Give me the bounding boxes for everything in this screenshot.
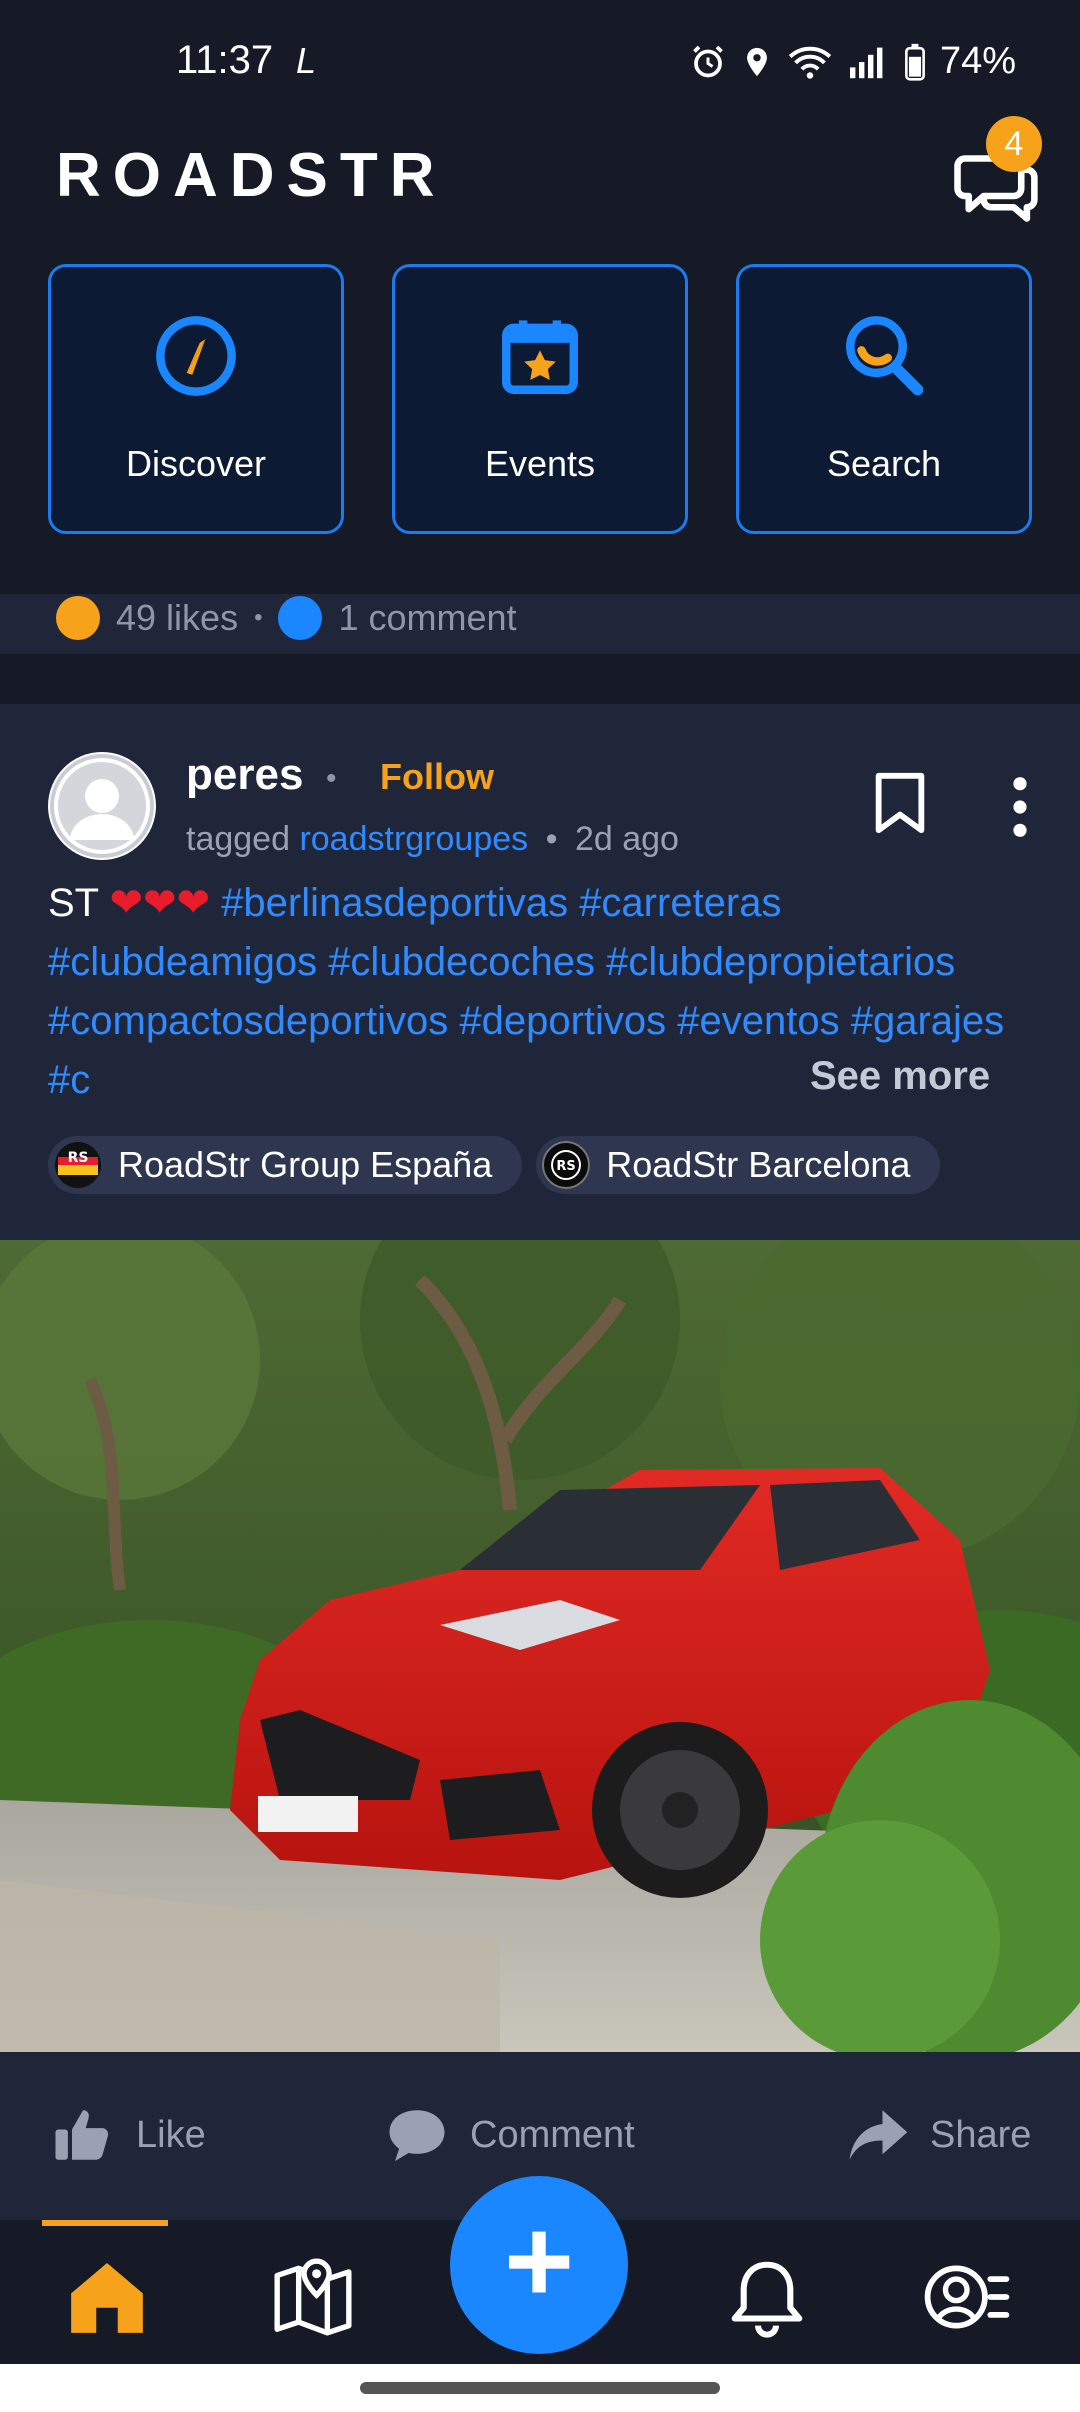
post-divider bbox=[0, 654, 1080, 704]
svg-text:RS: RS bbox=[557, 1159, 576, 1174]
map-icon[interactable] bbox=[270, 2254, 356, 2340]
status-icons: 74% bbox=[690, 40, 1016, 83]
comment-button[interactable]: Comment bbox=[384, 2102, 635, 2168]
status-time: 11:37 bbox=[176, 38, 274, 82]
hashtag[interactable]: #carreteras bbox=[579, 881, 781, 925]
like-label: Like bbox=[136, 2113, 206, 2156]
previous-post-stats: 49 likes • 1 comment bbox=[0, 594, 1080, 654]
app-header: ROADSTR 4 Discover Events Search bbox=[0, 96, 1080, 594]
events-button[interactable]: Events bbox=[392, 264, 688, 534]
avatar[interactable] bbox=[48, 752, 156, 860]
battery-icon bbox=[905, 43, 925, 81]
post-photo[interactable] bbox=[0, 1240, 1080, 2052]
tagged-group-link[interactable]: roadstrgroupes bbox=[299, 820, 528, 858]
stats-separator: • bbox=[254, 604, 263, 631]
like-count-icon bbox=[56, 596, 100, 640]
compass-icon bbox=[156, 316, 236, 396]
events-label: Events bbox=[484, 443, 596, 484]
profile-menu-icon[interactable] bbox=[924, 2254, 1010, 2340]
feed-post: peres • Follow tagged roadstrgroupes • 2… bbox=[0, 704, 1080, 2220]
share-arrow-icon bbox=[849, 2110, 908, 2160]
comment-bubble-icon bbox=[389, 2110, 445, 2162]
bookmark-icon[interactable] bbox=[872, 770, 928, 836]
hashtag[interactable]: #clubdepropietarios bbox=[606, 940, 955, 984]
group-logo-icon: RS bbox=[55, 1142, 101, 1188]
plus-icon: + bbox=[503, 2194, 575, 2328]
hashtag[interactable]: #clubdeamigos bbox=[48, 940, 317, 984]
default-avatar-icon bbox=[50, 754, 154, 858]
calendar-star-icon bbox=[502, 320, 578, 394]
follow-button[interactable]: Follow bbox=[380, 756, 494, 798]
hashtag[interactable]: #deportivos bbox=[459, 999, 666, 1043]
comment-label: Comment bbox=[470, 2113, 635, 2156]
app-logo: ROADSTR bbox=[56, 141, 447, 210]
post-username[interactable]: peres bbox=[186, 750, 303, 800]
home-indicator[interactable] bbox=[360, 2382, 720, 2394]
alarm-icon bbox=[693, 45, 723, 77]
share-label: Share bbox=[930, 2113, 1032, 2156]
discover-button[interactable]: Discover bbox=[48, 264, 344, 534]
wifi-icon bbox=[788, 46, 832, 79]
group-chip[interactable]: RS RoadStr Barcelona bbox=[536, 1136, 941, 1194]
location-icon bbox=[747, 47, 767, 76]
search-icon bbox=[846, 316, 924, 396]
like-button[interactable]: Like bbox=[50, 2102, 206, 2168]
post-meta: tagged roadstrgroupes • 2d ago bbox=[186, 820, 679, 859]
likes-count[interactable]: 49 likes bbox=[116, 597, 238, 639]
hashtag[interactable]: #eventos bbox=[677, 999, 839, 1043]
tagged-prefix: tagged bbox=[186, 820, 290, 858]
group-logo-icon: RS bbox=[542, 1141, 591, 1189]
username-dot: • bbox=[326, 762, 337, 795]
status-l-icon: L bbox=[296, 40, 317, 81]
caption-hearts: ❤❤❤ bbox=[109, 881, 211, 925]
group-chips: RS RoadStr Group España RS RoadStr Barce… bbox=[48, 1136, 941, 1194]
hashtag[interactable]: #berlinasdeportivas bbox=[221, 881, 568, 925]
thumbs-up-icon bbox=[55, 2110, 109, 2160]
group-chip-label: RoadStr Barcelona bbox=[606, 1144, 911, 1185]
comment-count-icon bbox=[278, 596, 323, 640]
share-button[interactable]: Share bbox=[844, 2102, 1031, 2168]
bell-icon[interactable] bbox=[724, 2254, 810, 2340]
messages-badge: 4 bbox=[986, 116, 1042, 172]
active-tab-indicator bbox=[42, 2220, 168, 2226]
status-bar: 11:37 L 74% bbox=[0, 0, 1080, 96]
hashtag[interactable]: #compactosdeportivos bbox=[48, 999, 448, 1043]
comments-count[interactable]: 1 comment bbox=[338, 597, 516, 639]
home-icon[interactable] bbox=[64, 2254, 150, 2340]
time-separator: • bbox=[545, 820, 558, 858]
search-button[interactable]: Search bbox=[736, 264, 1032, 534]
hashtag[interactable]: #c bbox=[48, 1058, 90, 1102]
signal-icon bbox=[850, 47, 883, 78]
gesture-bar bbox=[0, 2364, 1080, 2412]
hashtag[interactable]: #garajes bbox=[851, 999, 1004, 1043]
group-chip[interactable]: RS RoadStr Group España bbox=[48, 1136, 523, 1194]
discover-label: Discover bbox=[125, 443, 267, 484]
caption-text: ST bbox=[48, 881, 99, 925]
group-chip-label: RoadStr Group España bbox=[118, 1144, 493, 1185]
hashtag[interactable]: #clubdecoches bbox=[328, 940, 595, 984]
battery-percent: 74% bbox=[940, 40, 1017, 82]
more-options-icon[interactable] bbox=[1000, 774, 1040, 840]
search-label: Search bbox=[826, 443, 942, 484]
create-post-button[interactable]: + bbox=[450, 2176, 628, 2354]
post-time: 2d ago bbox=[574, 820, 679, 858]
see-more-button[interactable]: See more bbox=[770, 1054, 991, 1099]
svg-text:RS: RS bbox=[68, 1150, 89, 1166]
